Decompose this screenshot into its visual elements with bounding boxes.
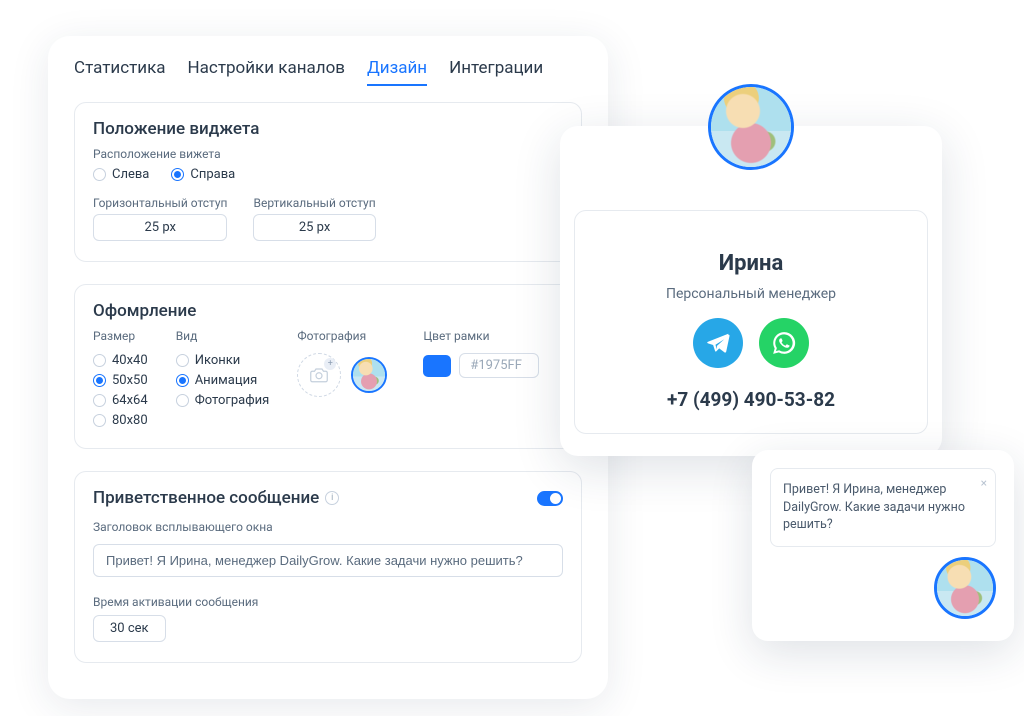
popup-speech: Привет! Я Ирина, менеджер DailyGrow. Как…	[770, 468, 996, 547]
placement-label: Расположение вижета	[93, 147, 563, 161]
radio-size-40[interactable]: 40x40	[93, 353, 148, 368]
radio-position-left[interactable]: Слева	[93, 167, 149, 182]
radio-size-80[interactable]: 80x80	[93, 413, 148, 428]
widget-preview: Ирина Персональный менеджер +7 (499) 490…	[560, 126, 942, 456]
color-swatch[interactable]	[423, 355, 451, 377]
delay-input[interactable]: 30 сек	[93, 615, 166, 642]
panel-appearance: Офомрление Размер 40x40 50x50 64x64 80x8…	[74, 284, 582, 449]
delay-label: Время активации сообщения	[93, 595, 563, 609]
widget-phone[interactable]: +7 (499) 490-53-82	[667, 388, 835, 411]
widget-avatar	[708, 84, 794, 170]
popup-header-input[interactable]	[93, 544, 563, 577]
info-icon[interactable]: i	[325, 491, 339, 505]
h-offset-input[interactable]: 25 px	[93, 214, 227, 241]
tab-design[interactable]: Дизайн	[367, 58, 427, 86]
greeting-toggle[interactable]	[537, 491, 563, 506]
plus-icon: +	[324, 358, 336, 370]
radio-size-64[interactable]: 64x64	[93, 393, 148, 408]
radio-type-animation[interactable]: Анимация	[176, 373, 270, 388]
popup-text: Привет! Я Ирина, менеджер DailyGrow. Как…	[783, 482, 965, 532]
size-label: Размер	[93, 329, 148, 343]
telegram-button[interactable]	[693, 318, 743, 368]
photo-upload-button[interactable]: +	[297, 353, 341, 397]
radio-position-right-label: Справа	[190, 167, 235, 182]
whatsapp-icon	[771, 330, 797, 356]
tab-integrations[interactable]: Интеграции	[449, 58, 543, 86]
v-offset-label: Вертикальный отступ	[253, 196, 375, 210]
panel-position: Положение виджета Расположение вижета Сл…	[74, 102, 582, 262]
telegram-icon	[705, 330, 731, 356]
radio-position-right[interactable]: Справа	[171, 167, 235, 182]
tabs: Статистика Настройки каналов Дизайн Инте…	[74, 58, 582, 86]
h-offset-label: Горизонтальный отступ	[93, 196, 227, 210]
close-icon[interactable]: ×	[981, 475, 987, 492]
radio-size-50[interactable]: 50x50	[93, 373, 148, 388]
radio-type-photo[interactable]: Фотография	[176, 393, 270, 408]
whatsapp-button[interactable]	[759, 318, 809, 368]
camera-icon	[310, 367, 328, 383]
widget-role: Персональный менеджер	[666, 286, 836, 302]
popup-header-label: Заголовок всплывающего окна	[93, 520, 563, 534]
panel-position-title: Положение виджета	[93, 119, 563, 139]
photo-label: Фотография	[297, 329, 387, 343]
panel-appearance-title: Офомрление	[93, 301, 563, 321]
frame-color-label: Цвет рамки	[423, 329, 539, 343]
tab-channels[interactable]: Настройки каналов	[188, 58, 345, 86]
radio-type-icons[interactable]: Иконки	[176, 353, 270, 368]
panel-greeting-title: Приветственное сообщение	[93, 488, 319, 508]
selected-photo[interactable]	[351, 357, 387, 393]
panel-greeting: Приветственное сообщение i Заголовок всп…	[74, 471, 582, 663]
popup-preview: Привет! Я Ирина, менеджер DailyGrow. Как…	[752, 450, 1014, 641]
radio-position-left-label: Слева	[112, 167, 149, 182]
tab-stats[interactable]: Статистика	[74, 58, 166, 86]
v-offset-input[interactable]: 25 px	[253, 214, 375, 241]
color-input[interactable]: #1975FF	[459, 353, 539, 378]
type-label: Вид	[176, 329, 270, 343]
popup-avatar[interactable]	[934, 557, 996, 619]
settings-panel: Статистика Настройки каналов Дизайн Инте…	[48, 36, 608, 699]
widget-name: Ирина	[719, 251, 783, 276]
